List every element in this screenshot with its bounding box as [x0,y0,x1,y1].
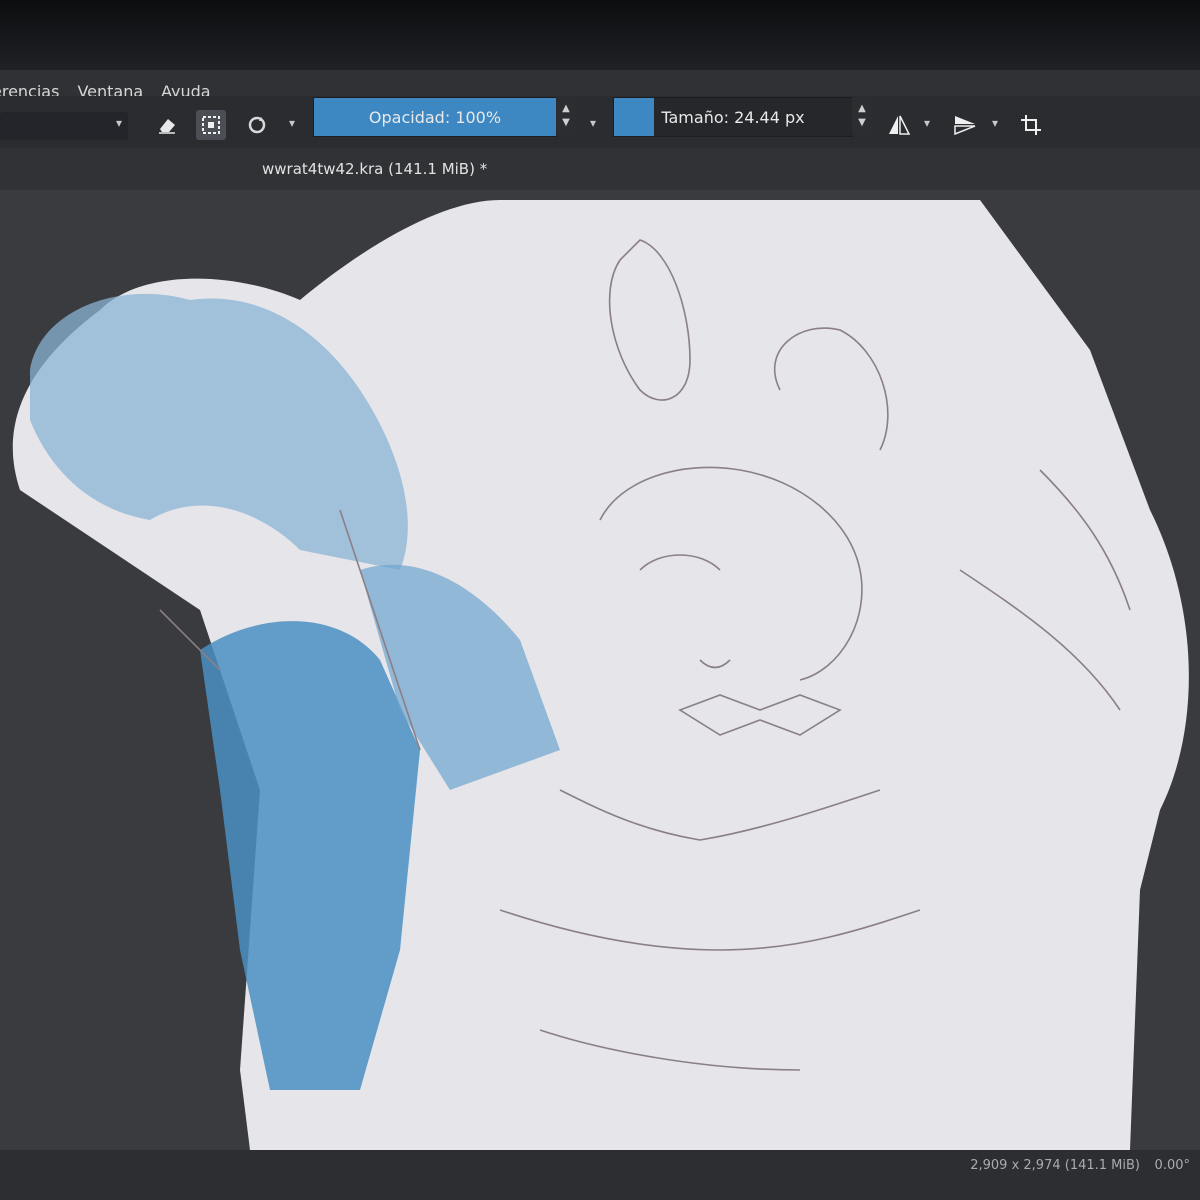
preset-options-chevron-icon[interactable]: ▾ [289,116,295,130]
opacity-label: Opacidad: 100% [368,107,502,127]
monitor-bezel [0,0,1200,70]
preserve-alpha-icon[interactable] [196,110,226,140]
size-slider[interactable]: Tamaño: 24.44 px [613,97,853,137]
opacity-spinner[interactable]: ▲ ▼ [556,97,576,135]
size-label: Tamaño: 24.44 px [661,107,805,127]
blending-mode-select[interactable] [0,112,128,140]
mirror-horizontal-icon[interactable] [884,110,914,140]
mirror-horizontal-chevron-icon[interactable]: ▾ [924,116,930,130]
krita-window: erencias Ventana Ayuda ▾ ▾ Opacidad: 100… [0,0,1200,1200]
size-spinner[interactable]: ▲ ▼ [852,97,872,135]
rotation-readout[interactable]: 0.00° [1155,1158,1190,1173]
opacity-chevron-icon[interactable]: ▾ [590,116,596,130]
status-bar: 2,909 x 2,974 (141.1 MiB) 0.00° [0,1150,1200,1200]
document-tab[interactable]: wwrat4tw42.kra (141.1 MiB) * [262,160,487,178]
wrap-around-icon[interactable] [1016,110,1046,140]
drawing-canvas[interactable] [0,190,1200,1150]
reload-preset-icon[interactable] [242,110,272,140]
mirror-vertical-icon[interactable] [950,110,980,140]
document-tab-strip [0,152,1200,190]
eraser-icon[interactable] [152,110,182,140]
size-slider-fill [614,98,655,136]
opacity-slider[interactable]: Opacidad: 100% [313,97,557,137]
canvas-size-readout: 2,909 x 2,974 (141.1 MiB) [970,1158,1140,1173]
canvas-area[interactable] [0,190,1200,1150]
mirror-vertical-chevron-icon[interactable]: ▾ [992,116,998,130]
blending-mode-chevron-icon[interactable]: ▾ [116,116,122,130]
